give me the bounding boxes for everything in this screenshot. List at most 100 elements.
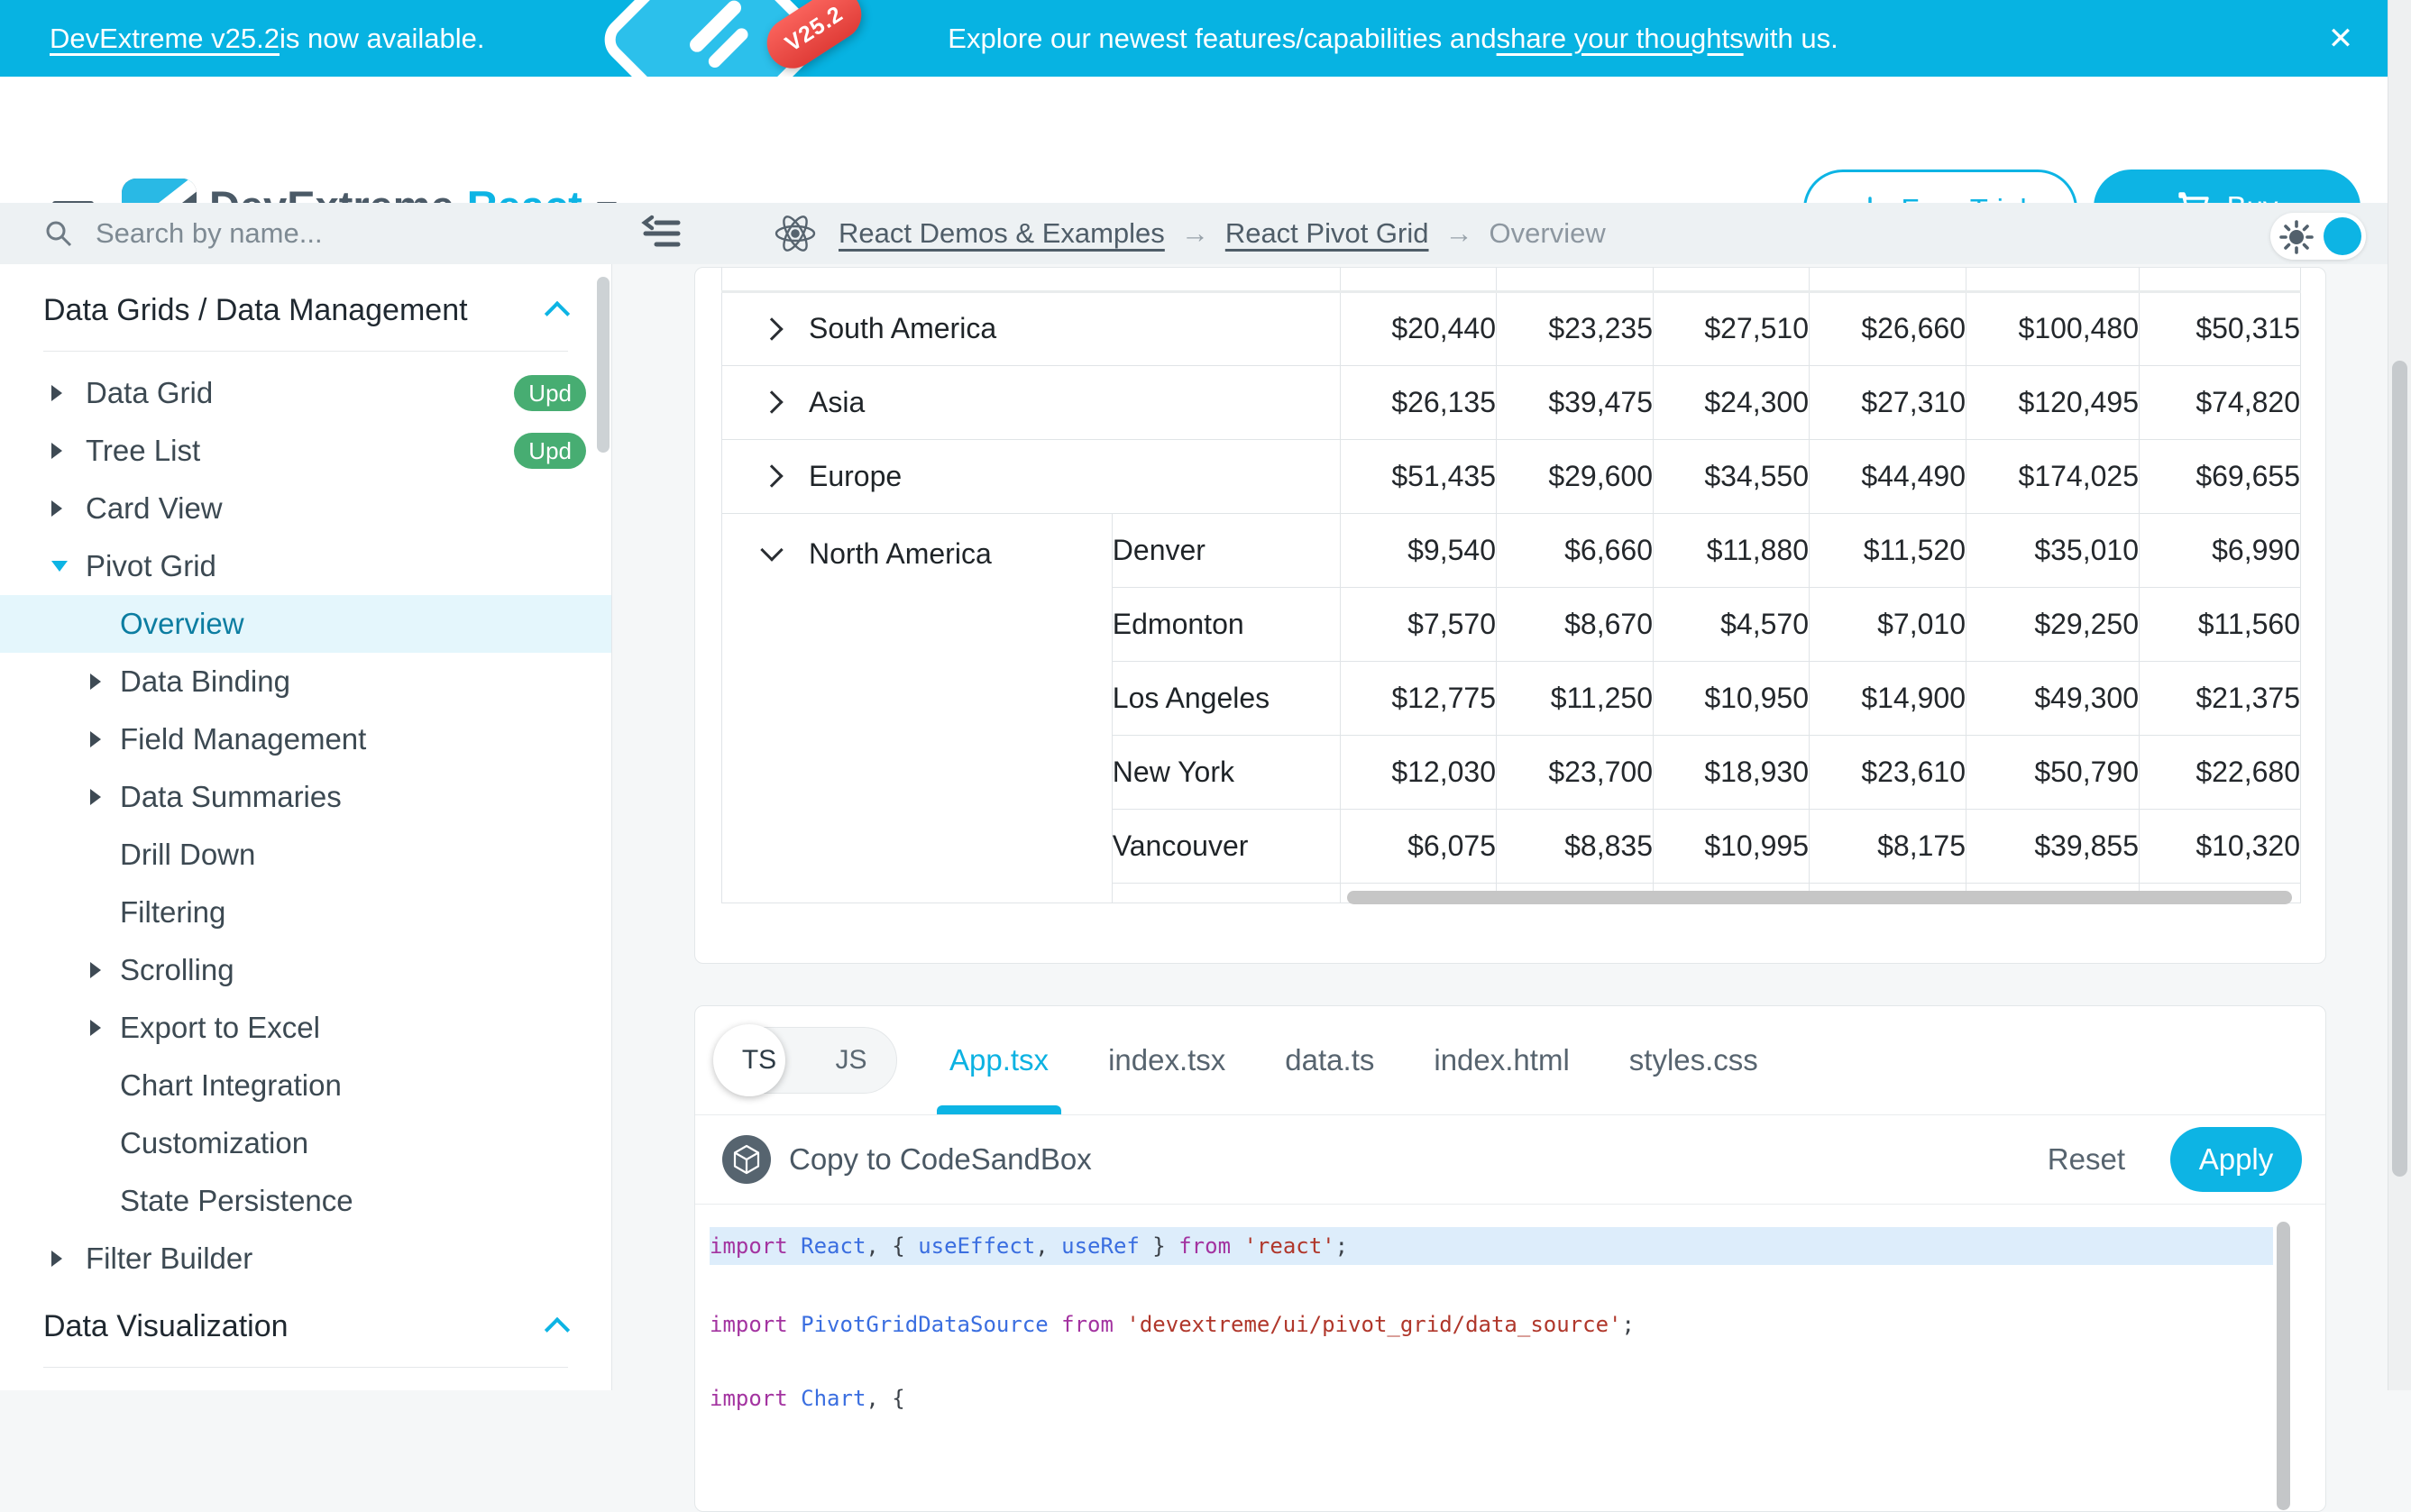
- pivot-cell[interactable]: $49,300: [1966, 661, 2140, 735]
- sidebar-section-data-visualization[interactable]: Data Visualization: [0, 1293, 611, 1360]
- pivot-cell[interactable]: $23,610: [1810, 735, 1966, 809]
- breadcrumb-demos-link[interactable]: React Demos & Examples: [839, 217, 1165, 250]
- pivot-cell[interactable]: $8,835: [1497, 809, 1654, 883]
- sidebar-scrollbar[interactable]: [597, 277, 610, 453]
- pivot-cell[interactable]: $69,655: [2140, 439, 2301, 513]
- pivot-cell[interactable]: $8,175: [1810, 809, 1966, 883]
- chevron-up-icon[interactable]: [545, 1317, 570, 1342]
- pivot-horizontal-scrollbar[interactable]: [1347, 891, 2292, 904]
- pivot-cell[interactable]: $50,790: [1966, 735, 2140, 809]
- code-tab-index-tsx[interactable]: index.tsx: [1108, 1006, 1225, 1114]
- sidebar-item-tree-list[interactable]: Tree ListUpd: [0, 422, 611, 480]
- pivot-region-south-america[interactable]: South America: [722, 291, 1341, 365]
- sidebar-item-state-persistence[interactable]: State Persistence: [0, 1172, 611, 1230]
- expand-arrow-icon[interactable]: [90, 1020, 101, 1036]
- pivot-city-edmonton[interactable]: Edmonton: [1112, 587, 1340, 661]
- chevron-down-icon[interactable]: [760, 538, 783, 561]
- pivot-cell[interactable]: $35,010: [1966, 513, 2140, 587]
- pivot-cell[interactable]: $20,440: [1341, 291, 1497, 365]
- pivot-cell[interactable]: $29,600: [1497, 439, 1654, 513]
- collapse-arrow-icon[interactable]: [51, 561, 68, 572]
- sidebar-item-data-summaries[interactable]: Data Summaries: [0, 768, 611, 826]
- pivot-cell[interactable]: $6,660: [1497, 513, 1654, 587]
- pivot-city-denver[interactable]: Denver: [1112, 513, 1340, 587]
- pivot-cell[interactable]: $23,235: [1497, 291, 1654, 365]
- expand-arrow-icon[interactable]: [51, 500, 62, 517]
- code-line[interactable]: import React, { useEffect, useRef } from…: [710, 1227, 2273, 1265]
- pivot-cell[interactable]: $11,560: [2140, 587, 2301, 661]
- sidebar-collapse-icon[interactable]: [640, 214, 682, 258]
- pivot-cell[interactable]: $50,315: [2140, 291, 2301, 365]
- pivot-cell[interactable]: $6,990: [2140, 513, 2301, 587]
- pivot-cell[interactable]: $10,320: [2140, 809, 2301, 883]
- pivot-cell[interactable]: $7,570: [1341, 587, 1497, 661]
- pivot-cell[interactable]: $22,680: [2140, 735, 2301, 809]
- expand-arrow-icon[interactable]: [90, 731, 101, 747]
- pivot-cell[interactable]: $51,435: [1341, 439, 1497, 513]
- banner-close-icon[interactable]: ✕: [2314, 0, 2368, 77]
- code-tab-app-tsx[interactable]: App.tsx: [949, 1006, 1049, 1114]
- pivot-cell[interactable]: $6,075: [1341, 809, 1497, 883]
- sidebar-item-field-management[interactable]: Field Management: [0, 710, 611, 768]
- sidebar-item-pivot-grid[interactable]: Pivot Grid: [0, 537, 611, 595]
- code-tab-index-html[interactable]: index.html: [1434, 1006, 1569, 1114]
- expand-arrow-icon[interactable]: [90, 674, 101, 690]
- sidebar-item-export-to-excel[interactable]: Export to Excel: [0, 999, 611, 1057]
- pivot-cell[interactable]: $18,930: [1654, 735, 1810, 809]
- pivot-cell[interactable]: $39,855: [1966, 809, 2140, 883]
- pivot-region-asia[interactable]: Asia: [722, 365, 1341, 439]
- sidebar-item-filtering[interactable]: Filtering: [0, 884, 611, 941]
- ts-js-switch[interactable]: TS JS: [715, 1027, 897, 1094]
- apply-button[interactable]: Apply: [2170, 1127, 2302, 1192]
- pivot-cell[interactable]: $4,570: [1654, 587, 1810, 661]
- expand-arrow-icon[interactable]: [51, 1251, 62, 1267]
- pivot-cell[interactable]: $174,025: [1966, 439, 2140, 513]
- page-scrollbar-track[interactable]: [2388, 0, 2411, 1390]
- code-line[interactable]: import PivotGridDataSource from 'devextr…: [710, 1306, 1635, 1343]
- theme-toggle[interactable]: [2270, 213, 2366, 260]
- sidebar-item-overview[interactable]: Overview: [0, 595, 611, 653]
- share-thoughts-link[interactable]: share your thoughts: [1497, 23, 1744, 55]
- sidebar-item-customization[interactable]: Customization: [0, 1114, 611, 1172]
- pivot-city-vancouver[interactable]: Vancouver: [1112, 809, 1340, 883]
- code-tab-data-ts[interactable]: data.ts: [1285, 1006, 1374, 1114]
- code-vertical-scrollbar[interactable]: [2277, 1222, 2290, 1510]
- pivot-cell[interactable]: $8,670: [1497, 587, 1654, 661]
- pivot-cell[interactable]: $7,010: [1810, 587, 1966, 661]
- codesandbox-icon[interactable]: [722, 1135, 771, 1184]
- pivot-cell[interactable]: $12,030: [1341, 735, 1497, 809]
- banner-version-link[interactable]: DevExtreme v25.2: [50, 23, 280, 55]
- pivot-cell[interactable]: $21,375: [2140, 661, 2301, 735]
- sidebar-item-filter-builder[interactable]: Filter Builder: [0, 1230, 611, 1287]
- sidebar-item-data-binding[interactable]: Data Binding: [0, 653, 611, 710]
- chevron-up-icon[interactable]: [545, 301, 570, 326]
- expand-arrow-icon[interactable]: [51, 385, 62, 401]
- pivot-cell[interactable]: $29,250: [1966, 587, 2140, 661]
- pivot-cell[interactable]: $34,550: [1654, 439, 1810, 513]
- pivot-cell[interactable]: $24,300: [1654, 365, 1810, 439]
- reset-button[interactable]: Reset: [2048, 1142, 2125, 1177]
- sidebar-section-data-grids-data-management[interactable]: Data Grids / Data Management: [0, 277, 611, 344]
- chevron-right-icon[interactable]: [760, 464, 783, 487]
- pivot-region-north-america[interactable]: North America: [722, 513, 1113, 903]
- pivot-cell[interactable]: $12,775: [1341, 661, 1497, 735]
- code-line[interactable]: import Chart, {: [710, 1379, 905, 1417]
- pivot-cell[interactable]: $27,310: [1810, 365, 1966, 439]
- pivot-cell[interactable]: $10,995: [1654, 809, 1810, 883]
- pivot-cell[interactable]: $74,820: [2140, 365, 2301, 439]
- page-scrollbar-thumb[interactable]: [2392, 361, 2407, 1177]
- pivot-cell[interactable]: $11,520: [1810, 513, 1966, 587]
- sidebar-item-drill-down[interactable]: Drill Down: [0, 826, 611, 884]
- sidebar-item-scrolling[interactable]: Scrolling: [0, 941, 611, 999]
- switch-js-label[interactable]: JS: [806, 1028, 896, 1093]
- pivot-city-los-angeles[interactable]: Los Angeles: [1112, 661, 1340, 735]
- expand-arrow-icon[interactable]: [90, 789, 101, 805]
- switch-ts-label[interactable]: TS: [716, 1028, 802, 1093]
- pivot-region-europe[interactable]: Europe: [722, 439, 1341, 513]
- pivot-cell[interactable]: $44,490: [1810, 439, 1966, 513]
- chevron-right-icon[interactable]: [760, 317, 783, 340]
- sidebar-item-card-view[interactable]: Card View: [0, 480, 611, 537]
- pivot-cell[interactable]: $120,495: [1966, 365, 2140, 439]
- sidebar-item-data-grid[interactable]: Data GridUpd: [0, 364, 611, 422]
- pivot-cell[interactable]: $14,900: [1810, 661, 1966, 735]
